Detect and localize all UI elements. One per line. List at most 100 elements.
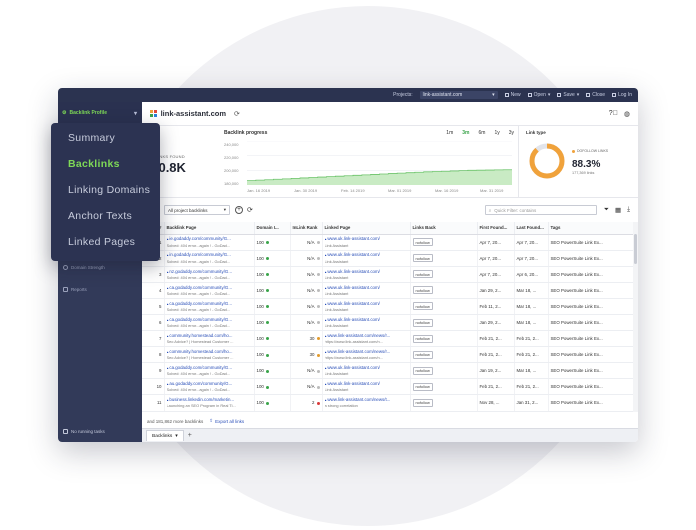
linked-page-cell[interactable]: 🔒︎www.uk.link-assistant.com/Link Assista… — [322, 250, 411, 267]
quick-filter-input[interactable]: ⌕ Quick Filter: contains — [484, 205, 597, 215]
linked-page-cell[interactable]: 🔒︎www.uk.link-assistant.com/Link Assista… — [322, 362, 411, 380]
menu-item-backlinks[interactable]: Backlinks — [68, 158, 120, 170]
range-3y[interactable]: 3y — [509, 130, 514, 136]
save-button[interactable]: Save ▾ — [557, 92, 579, 98]
table-row[interactable]: 2 🔒︎in.godaddy.com/community/G... Solved: … — [142, 250, 638, 267]
linked-page-url[interactable]: www.uk.link-assistant.com/ — [327, 269, 379, 274]
range-1y[interactable]: 1y — [494, 130, 499, 136]
table-scrollbar[interactable] — [633, 222, 638, 412]
col-last-found[interactable]: Last Found... — [514, 222, 549, 235]
open-button[interactable]: Open ▾ — [527, 92, 550, 98]
globe-icon[interactable]: ◍ — [624, 110, 630, 118]
linked-page-url[interactable]: www.uk.link-assistant.com/ — [327, 317, 379, 322]
table-row[interactable]: 8 🔒︎community.homestead.com/ho... Seo Advi… — [142, 346, 638, 364]
backlink-page-url[interactable]: ca.godaddy.com/community/G... — [169, 317, 232, 322]
linked-page-cell[interactable]: 🔒︎www.link-assistant.com/news/t... a stro… — [322, 394, 411, 412]
table-row[interactable]: 5 🔒︎ca.godaddy.com/community/G... Solved: … — [142, 298, 638, 315]
range-1m[interactable]: 1m — [446, 130, 453, 136]
backlink-page-url[interactable]: community.homestead.com/ho... — [169, 349, 232, 354]
linked-page-url[interactable]: www.uk.link-assistant.com/ — [327, 236, 379, 241]
col-tags[interactable]: Tags — [548, 222, 638, 235]
login-button[interactable]: Log In — [612, 92, 632, 98]
col-backlink-page[interactable]: Backlink Page — [164, 222, 255, 235]
linked-page-cell[interactable]: 🔒︎www.link-assistant.com/news/r... https:… — [322, 330, 411, 348]
backlink-page-cell[interactable]: 🔒︎ca.godaddy.com/community/G... Solved: 4… — [164, 282, 255, 299]
backlink-page-cell[interactable]: 🔒︎au.godaddy.com/community/G... Solved: 4… — [164, 378, 255, 396]
linked-page-cell[interactable]: 🔒︎www.uk.link-assistant.com/Link Assista… — [322, 282, 411, 299]
sidebar-item-reports[interactable]: Reports — [63, 287, 87, 292]
linked-page-url[interactable]: www.link-assistant.com/news/r... — [327, 349, 390, 354]
col-linked-page[interactable]: Linked Page — [322, 222, 411, 235]
sidebar-header[interactable]: ⚙ Backlink Profile ▾ — [58, 102, 142, 124]
new-button[interactable]: New — [504, 92, 521, 98]
backlinks-filter-select[interactable]: All project backlinks ▾ — [164, 205, 230, 215]
backlink-page-url[interactable]: nz.godaddy.com/community/G... — [169, 269, 232, 274]
task-status[interactable]: No running tasks — [63, 429, 105, 434]
table-row[interactable]: 11 🔒︎business.linkedin.com/marketin... Lau… — [142, 394, 638, 412]
inlink-value: N/A — [307, 271, 315, 277]
linked-page-url[interactable]: www.uk.link-assistant.com/ — [327, 381, 379, 386]
linked-page-cell[interactable]: 🔒︎www.uk.link-assistant.com/Link Assista… — [322, 378, 411, 396]
columns-icon[interactable]: ▦ — [615, 206, 621, 214]
linked-page-cell[interactable]: 🔒︎www.link-assistant.com/news/r... https:… — [322, 346, 411, 364]
backlink-page-cell[interactable]: 🔒︎ca.godaddy.com/community/G... Solved: 4… — [164, 362, 255, 380]
backlink-page-url[interactable]: ca.godaddy.com/community/G... — [169, 301, 232, 306]
scrollbar-thumb[interactable] — [634, 234, 637, 264]
backlink-page-cell[interactable]: 🔒︎ie.godaddy.com/community/G... Solved: 4… — [164, 234, 255, 251]
col-domain[interactable]: Domain I... — [254, 222, 291, 235]
tab-backlinks[interactable]: Backlinks ▾ — [146, 430, 184, 441]
backlink-page-url[interactable]: ca.godaddy.com/community/G... — [169, 285, 232, 290]
help-icon[interactable]: ?⃝ — [609, 110, 618, 118]
linked-page-url[interactable]: www.uk.link-assistant.com/ — [327, 252, 379, 257]
col-first-found[interactable]: First Found... — [477, 222, 515, 235]
table-row[interactable]: 10 🔒︎au.godaddy.com/community/G... Solved:… — [142, 378, 638, 396]
linked-page-cell[interactable]: 🔒︎www.uk.link-assistant.com/Link Assista… — [322, 234, 411, 251]
export-all-links[interactable]: ⇪ Export all links — [209, 418, 244, 424]
backlink-page-url[interactable]: ca.godaddy.com/community/G... — [169, 365, 232, 370]
download-icon[interactable]: ⤓ — [627, 206, 630, 214]
backlink-page-cell[interactable]: 🔒︎nz.godaddy.com/community/G... Solved: 4… — [164, 266, 255, 283]
backlink-page-url[interactable]: ie.godaddy.com/community/G... — [169, 236, 230, 241]
project-select[interactable]: link-assistant.com ▾ — [419, 91, 498, 99]
linked-page-cell[interactable]: 🔒︎www.uk.link-assistant.com/Link Assista… — [322, 266, 411, 283]
add-tab-button[interactable]: + — [188, 432, 192, 439]
backlink-page-cell[interactable]: 🔒︎in.godaddy.com/community/G... Solved: 4… — [164, 250, 255, 267]
funnel-icon[interactable]: ⏷ — [604, 206, 609, 214]
backlink-page-cell[interactable]: 🔒︎business.linkedin.com/marketin... Launc… — [164, 394, 255, 412]
table-row[interactable]: 1 🔒︎ie.godaddy.com/community/G... Solved: … — [142, 234, 638, 251]
table-row[interactable]: 7 🔒︎community.homestead.com/ho... Seo Advi… — [142, 330, 638, 348]
nofollow-badge: nofollow — [412, 238, 433, 247]
add-button[interactable]: + — [235, 206, 243, 214]
linked-page-url[interactable]: www.uk.link-assistant.com/ — [327, 365, 379, 370]
backlink-page-url[interactable]: business.linkedin.com/marketin... — [169, 397, 234, 402]
backlink-page-cell[interactable]: 🔒︎ca.godaddy.com/community/G... Solved: 4… — [164, 314, 255, 332]
menu-item-linking-domains[interactable]: Linking Domains — [68, 184, 150, 196]
refresh-icon[interactable]: ⟳ — [234, 110, 240, 118]
range-6m[interactable]: 6m — [478, 130, 485, 136]
backlink-page-url[interactable]: au.godaddy.com/community/G... — [169, 381, 232, 386]
refresh-icon[interactable]: ⟳ — [247, 206, 253, 214]
backlink-page-url[interactable]: community.homestead.com/ho... — [169, 333, 232, 338]
linked-page-url[interactable]: www.uk.link-assistant.com/ — [327, 301, 379, 306]
linked-page-url[interactable]: www.link-assistant.com/news/r... — [327, 333, 390, 338]
linked-page-url[interactable]: www.uk.link-assistant.com/ — [327, 285, 379, 290]
sidebar-item-domain-strength[interactable]: Domain Strength — [63, 265, 105, 270]
table-row[interactable]: 3 🔒︎nz.godaddy.com/community/G... Solved: … — [142, 266, 638, 283]
backlink-page-cell[interactable]: 🔒︎community.homestead.com/ho... Seo Advic… — [164, 346, 255, 364]
menu-item-linked-pages[interactable]: Linked Pages — [68, 236, 135, 248]
table-row[interactable]: 6 🔒︎ca.godaddy.com/community/G... Solved: … — [142, 314, 638, 332]
range-3m[interactable]: 3m — [462, 130, 469, 136]
table-row[interactable]: 4 🔒︎ca.godaddy.com/community/G... Solved: … — [142, 282, 638, 299]
linked-page-cell[interactable]: 🔒︎www.uk.link-assistant.com/Link Assista… — [322, 314, 411, 332]
linked-page-url[interactable]: www.link-assistant.com/news/t... — [327, 397, 390, 402]
col-inlink-rank[interactable]: InLink Rank — [290, 222, 323, 235]
backlink-page-cell[interactable]: 🔒︎ca.godaddy.com/community/G... Solved: 4… — [164, 298, 255, 315]
linked-page-cell[interactable]: 🔒︎www.uk.link-assistant.com/Link Assista… — [322, 298, 411, 315]
backlink-page-cell[interactable]: 🔒︎community.homestead.com/ho... Seo Advic… — [164, 330, 255, 348]
table-row[interactable]: 9 🔒︎ca.godaddy.com/community/G... Solved: … — [142, 362, 638, 380]
close-button[interactable]: Close — [586, 92, 605, 98]
backlink-page-url[interactable]: in.godaddy.com/community/G... — [169, 252, 230, 257]
menu-item-anchor-texts[interactable]: Anchor Texts — [68, 210, 132, 222]
menu-item-summary[interactable]: Summary — [68, 132, 115, 144]
col-links-back[interactable]: Links Back — [410, 222, 478, 235]
